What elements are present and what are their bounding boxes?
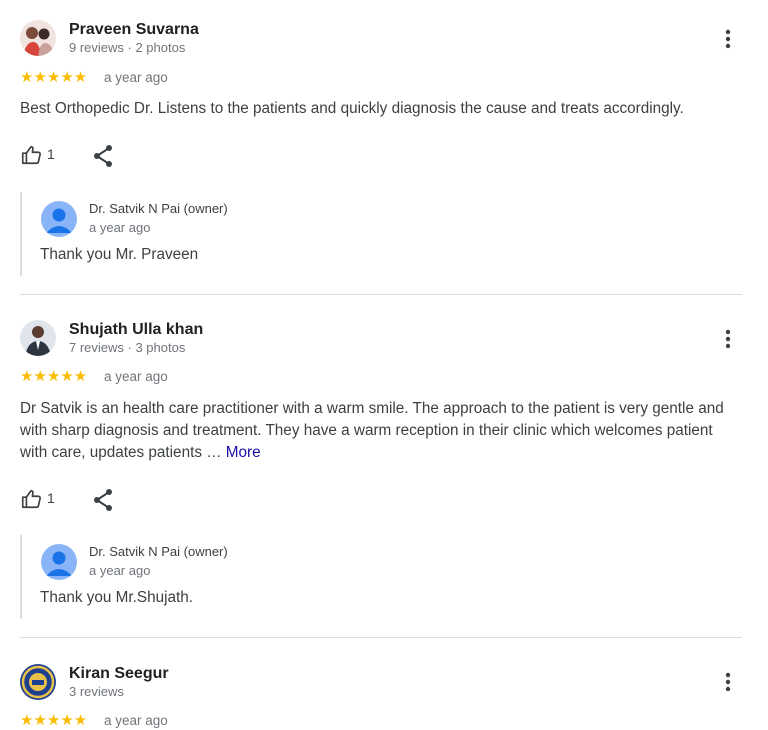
divider	[20, 637, 742, 638]
kebab-menu-icon[interactable]	[718, 27, 738, 51]
share-icon[interactable]	[92, 144, 114, 168]
review-text-body: Best Orthopedic Dr. Listens to the patie…	[20, 100, 684, 117]
author-avatar[interactable]	[20, 664, 56, 700]
author-avatar[interactable]	[20, 320, 56, 356]
like-button[interactable]: 1	[20, 144, 64, 168]
more-link[interactable]: More	[226, 444, 261, 461]
thumbs-up-icon	[21, 145, 41, 165]
reply-author: Dr. Satvik N Pai (owner)	[89, 544, 228, 559]
review-date: a year ago	[104, 369, 168, 384]
divider	[20, 294, 742, 295]
reply-text: Thank you Mr.Shujath.	[40, 589, 194, 606]
reply-author: Dr. Satvik N Pai (owner)	[89, 201, 228, 216]
star-rating: ★★★★★	[20, 69, 88, 86]
author-meta: 3 reviews	[69, 684, 124, 699]
author-meta: 9 reviews · 2 photos	[69, 40, 186, 55]
like-button[interactable]: 1	[20, 488, 64, 512]
owner-reply: Dr. Satvik N Pai (owner) a year ago Than…	[20, 535, 722, 619]
thumbs-up-icon	[21, 489, 41, 509]
star-rating: ★★★★★	[20, 368, 88, 385]
kebab-menu-icon[interactable]	[718, 327, 738, 351]
author-name[interactable]: Kiran Seegur	[69, 665, 169, 683]
like-count: 1	[47, 146, 55, 162]
author-name[interactable]: Shujath Ulla khan	[69, 321, 203, 339]
reply-text: Thank you Mr. Praveen	[40, 246, 199, 263]
review-text-body: Dr Satvik is an health care practitioner…	[20, 400, 724, 461]
review-text: Dr Satvik is an health care practitioner…	[20, 398, 740, 464]
share-icon[interactable]	[92, 488, 114, 512]
review-date: a year ago	[104, 713, 168, 728]
person-icon	[41, 201, 77, 237]
like-count: 1	[47, 490, 55, 506]
owner-reply: Dr. Satvik N Pai (owner) a year ago Than…	[20, 192, 722, 276]
person-icon	[41, 544, 77, 580]
kebab-menu-icon[interactable]	[718, 670, 738, 694]
star-rating: ★★★★★	[20, 712, 88, 729]
review-date: a year ago	[104, 70, 168, 85]
author-meta: 7 reviews · 3 photos	[69, 340, 186, 355]
author-avatar[interactable]	[20, 20, 56, 56]
reply-date: a year ago	[89, 563, 151, 578]
review-text: Best Orthopedic Dr. Listens to the patie…	[20, 98, 740, 120]
reply-date: a year ago	[89, 220, 151, 235]
author-name[interactable]: Praveen Suvarna	[69, 21, 199, 39]
